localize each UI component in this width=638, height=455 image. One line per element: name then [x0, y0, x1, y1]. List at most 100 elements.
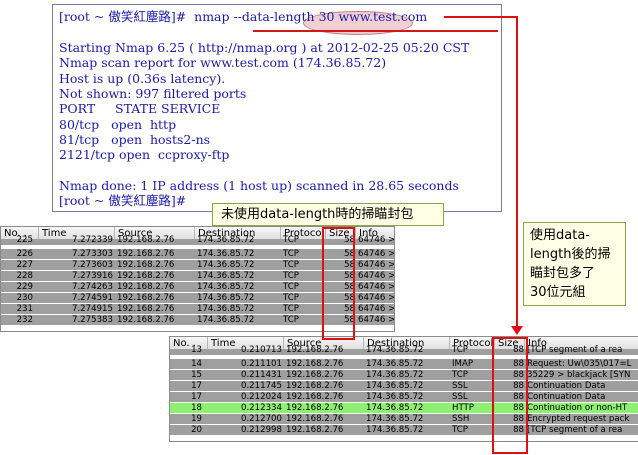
cell-destination: 174.36.85.72	[197, 235, 255, 245]
size-column-highlight-box	[492, 337, 528, 454]
terminal-line: PORT STATE SERVICE	[59, 101, 221, 116]
cell-source: 192.168.2.76	[286, 381, 344, 391]
cell-source: 192.168.2.76	[117, 235, 175, 245]
cell-protocol: TCP	[283, 293, 299, 303]
cell-no: 18	[191, 403, 202, 413]
cell-no: 229	[16, 282, 33, 292]
table-row[interactable]: 17 0.212024 192.168.2.76 174.36.85.72 SSL 88 C…	[170, 392, 638, 402]
table-row[interactable]: 20 0.212998 192.168.2.76 174.36.85.72 TCP 88[…	[170, 425, 638, 435]
cell-info: Encrypted request pack	[527, 414, 630, 424]
table-row[interactable]: 14 0.211101 192.168.2.76 174.36.85.72 IMAP 88…	[170, 359, 638, 369]
cell-info: 64746 > 9415 [SYN] Sec	[358, 304, 395, 314]
cell-info: Continuation Data	[527, 381, 606, 391]
cell-time: 0.212700	[240, 414, 282, 424]
cell-protocol: TCP	[283, 271, 299, 281]
cell-no: 231	[16, 304, 33, 314]
cell-destination: 174.36.85.72	[197, 293, 255, 303]
terminal-line: Not shown: 997 filtered ports	[59, 86, 247, 101]
cell-time: 7.272339	[71, 235, 113, 245]
cell-source: 192.168.2.76	[286, 345, 344, 355]
cell-protocol: SSL	[452, 392, 468, 402]
cell-info: 64746 > appleqtcsrvr	[358, 315, 395, 325]
cell-source: 192.168.2.76	[117, 304, 175, 314]
cell-time: 7.274263	[71, 282, 113, 292]
cell-source: 192.168.2.76	[117, 271, 175, 281]
terminal-window: [root ~ 傲笑紅塵路]# nmap --data-length 30 ww…	[52, 4, 502, 212]
cell-no: 230	[16, 293, 33, 303]
table-row-partial[interactable]: 13 0.210713 192.168.2.76 174.36.85.72 TCP 88[…	[170, 345, 638, 355]
connector-line	[444, 16, 518, 18]
cell-destination: 174.36.85.72	[366, 392, 424, 402]
cell-info: 64746 > bsquare-voip	[358, 235, 395, 245]
cell-source: 192.168.2.76	[286, 359, 344, 369]
cell-source: 192.168.2.76	[117, 293, 175, 303]
cell-destination: 174.36.85.72	[366, 359, 424, 369]
cell-no: 15	[191, 370, 202, 380]
cell-destination: 174.36.85.72	[366, 345, 424, 355]
table-row[interactable]: 15 0.211431 192.168.2.76 174.36.85.72 TCP 88 3…	[170, 370, 638, 380]
cell-source: 192.168.2.76	[286, 403, 344, 413]
cell-no: 228	[16, 271, 33, 281]
connector-arrowhead	[511, 326, 523, 335]
command-underline	[253, 30, 498, 32]
connector-line	[516, 16, 518, 328]
cell-time: 0.211745	[240, 381, 282, 391]
cell-source: 192.168.2.76	[286, 392, 344, 402]
cell-no: 232	[16, 315, 33, 325]
cell-protocol: TCP	[452, 370, 468, 380]
cell-info: 64746 > dandv-tester	[358, 293, 395, 303]
terminal-line: 81/tcp open hosts2-ns	[59, 132, 211, 147]
cell-protocol: TCP	[452, 345, 468, 355]
terminal-line: Host is up (0.36s latency).	[59, 71, 226, 86]
terminal-line: Nmap done: 1 IP address (1 host up) scan…	[59, 178, 459, 193]
cell-no: 226	[16, 249, 33, 259]
cell-protocol: SSH	[452, 414, 470, 424]
cell-source: 192.168.2.76	[117, 315, 175, 325]
table-row[interactable]: 19 0.212700 192.168.2.76 174.36.85.72 SSH 88 E…	[170, 414, 638, 424]
packet-list-with-data-length: No. . Time Source Destination Protocol S…	[169, 336, 638, 442]
cell-protocol: TCP	[283, 315, 299, 325]
cell-info: Request: Uw\035\017=L	[527, 359, 632, 369]
table-row[interactable]: 17 0.211745 192.168.2.76 174.36.85.72 SSL 88 C…	[170, 381, 638, 391]
callout-text: 瞄封包多了	[530, 266, 596, 281]
cell-time: 0.211431	[240, 370, 282, 380]
cell-info: 35229 > blackjack [SYN	[527, 370, 631, 380]
callout-without-data-length: 未使用data-length時的掃瞄封包	[212, 203, 444, 226]
cell-destination: 174.36.85.72	[366, 381, 424, 391]
cell-protocol: TCP	[283, 249, 299, 259]
cell-protocol: SSL	[452, 381, 468, 391]
cell-time: 0.212334	[240, 403, 282, 413]
cell-no: 19	[191, 414, 202, 424]
callout-text: length後的掃	[530, 247, 611, 262]
cell-source: 192.168.2.76	[286, 370, 344, 380]
cell-destination: 174.36.85.72	[197, 304, 255, 314]
terminal-line: Nmap scan report for www.test.com (174.3…	[59, 55, 387, 70]
cell-destination: 174.36.85.72	[366, 403, 424, 413]
cell-destination: 174.36.85.72	[197, 271, 255, 281]
cell-destination: 174.36.85.72	[197, 249, 255, 259]
callout-text: 30位元組	[530, 285, 586, 300]
cell-protocol: HTTP	[452, 403, 474, 413]
cell-source: 192.168.2.76	[117, 260, 175, 270]
cell-no: 20	[191, 425, 202, 435]
cell-time: 0.212024	[240, 392, 282, 402]
cell-protocol: IMAP	[452, 359, 474, 369]
callout-text: 使用data-	[530, 228, 590, 243]
cell-destination: 174.36.85.72	[366, 370, 424, 380]
cell-no: 17	[191, 381, 202, 391]
terminal-line: 2121/tcp open ccproxy-ftp	[59, 147, 230, 162]
cell-info: 64746 > elm-momentum	[358, 271, 395, 281]
table-row[interactable]: 18 0.212334 192.168.2.76 174.36.85.72 HTTP 88…	[170, 403, 638, 413]
cell-source: 192.168.2.76	[286, 425, 344, 435]
cell-time: 7.274591	[71, 293, 113, 303]
cell-time: 7.274915	[71, 304, 113, 314]
cell-time: 7.273303	[71, 249, 113, 259]
terminal-line: Starting Nmap 6.25 ( http://nmap.org ) a…	[59, 40, 470, 55]
cell-info: [TCP segment of a rea	[527, 425, 623, 435]
cell-no: 13	[191, 345, 202, 355]
cell-no: 225	[16, 235, 33, 245]
cell-protocol: TCP	[283, 282, 299, 292]
cell-destination: 174.36.85.72	[197, 260, 255, 270]
cell-info: [TCP segment of a rea	[527, 345, 623, 355]
cell-destination: 174.36.85.72	[197, 282, 255, 292]
